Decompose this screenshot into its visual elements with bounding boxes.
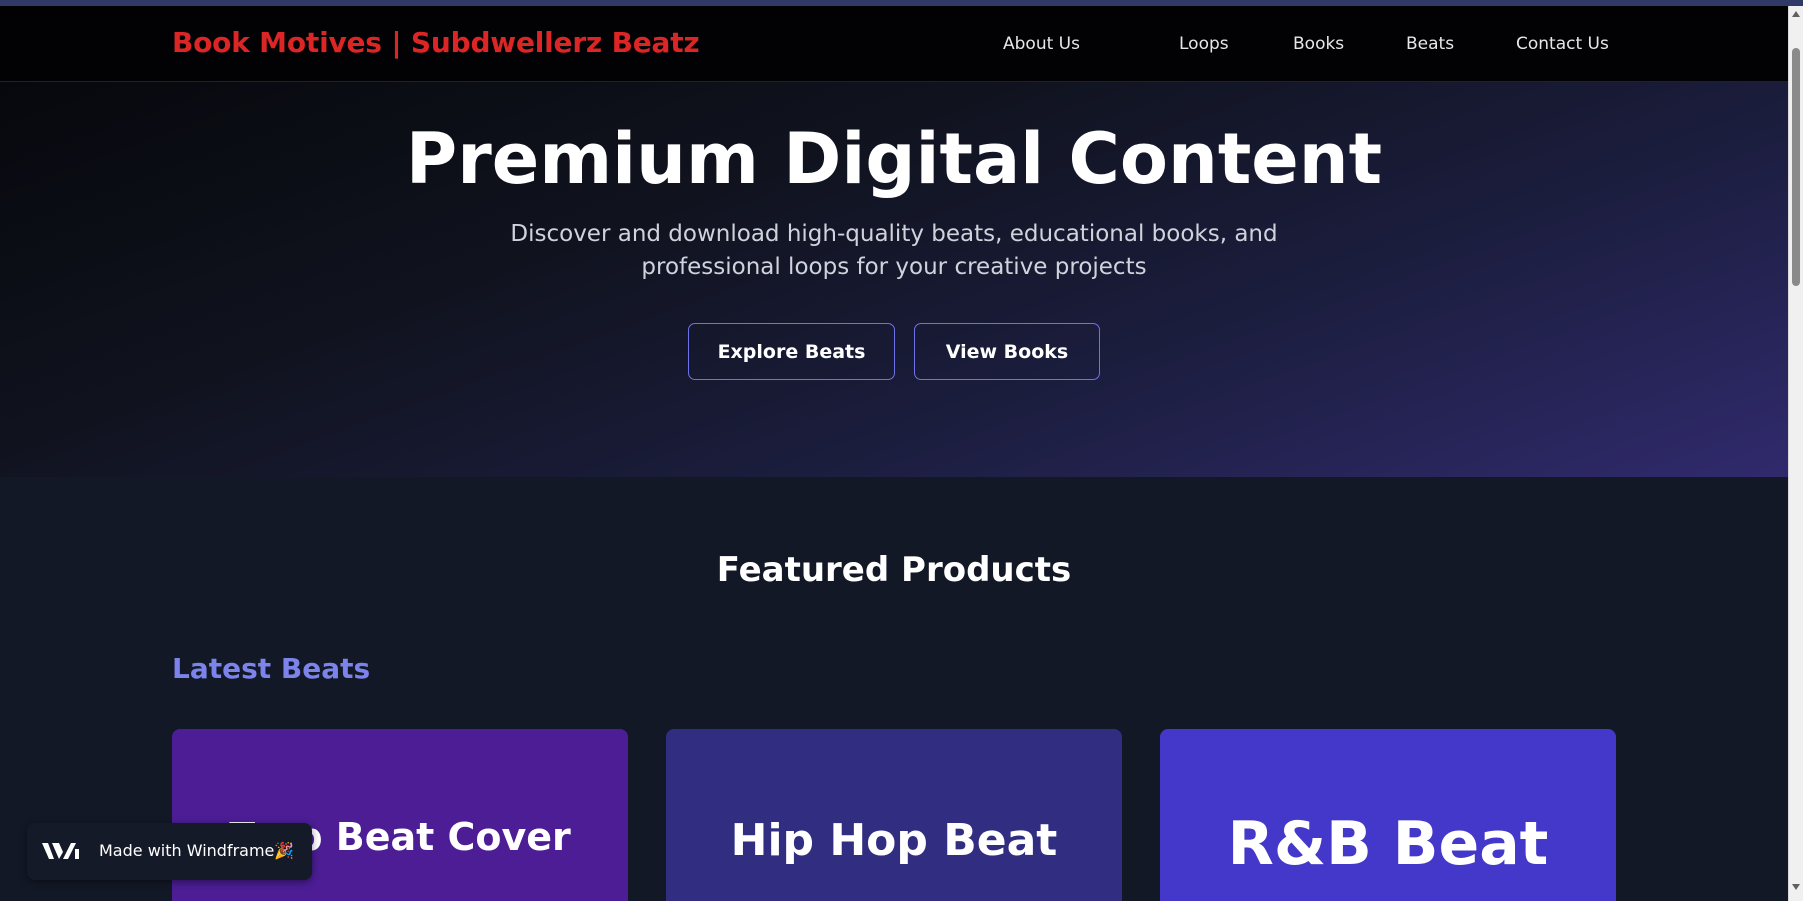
nav-link-contact-us[interactable]: Contact Us xyxy=(1516,34,1609,54)
nav-link-loops[interactable]: Loops xyxy=(1179,34,1229,54)
product-card-label: Hip Hop Beat xyxy=(730,815,1058,866)
product-card-rnb-beat[interactable]: R&B Beat xyxy=(1160,729,1616,901)
product-card-label: R&B Beat xyxy=(1227,809,1549,879)
hero-subtitle: Discover and download high-quality beats… xyxy=(510,221,1278,280)
hero-title: Premium Digital Content xyxy=(405,118,1383,200)
latest-beats-heading: Latest Beats xyxy=(172,652,371,685)
hero-section: Premium Digital Content Discover and dow… xyxy=(0,82,1788,477)
featured-products-title: Featured Products xyxy=(716,550,1072,590)
brand-logo-text[interactable]: Book Motives | Subdwellerz Beatz xyxy=(172,26,700,59)
page: Book Motives | Subdwellerz Beatz About U… xyxy=(0,0,1803,901)
badge-text: Made with Windframe🎉 xyxy=(99,841,295,860)
product-card-hip-hop-beat[interactable]: Hip Hop Beat xyxy=(666,729,1122,901)
scroll-down-arrow-icon[interactable] xyxy=(1792,884,1800,890)
explore-beats-button[interactable]: Explore Beats xyxy=(688,323,895,380)
party-popper-icon: 🎉 xyxy=(274,841,295,860)
windframe-logo-icon xyxy=(42,843,79,859)
vertical-scrollbar[interactable] xyxy=(1788,6,1803,901)
made-with-windframe-badge[interactable]: Made with Windframe🎉 xyxy=(27,823,312,880)
view-books-button[interactable]: View Books xyxy=(914,323,1100,380)
nav-link-books[interactable]: Books xyxy=(1293,34,1344,54)
scroll-up-arrow-icon[interactable] xyxy=(1792,11,1800,17)
scrollbar-thumb[interactable] xyxy=(1792,48,1800,286)
nav-link-about-us[interactable]: About Us xyxy=(1003,34,1080,54)
nav-link-beats[interactable]: Beats xyxy=(1406,34,1454,54)
navbar: Book Motives | Subdwellerz Beatz About U… xyxy=(0,6,1788,82)
